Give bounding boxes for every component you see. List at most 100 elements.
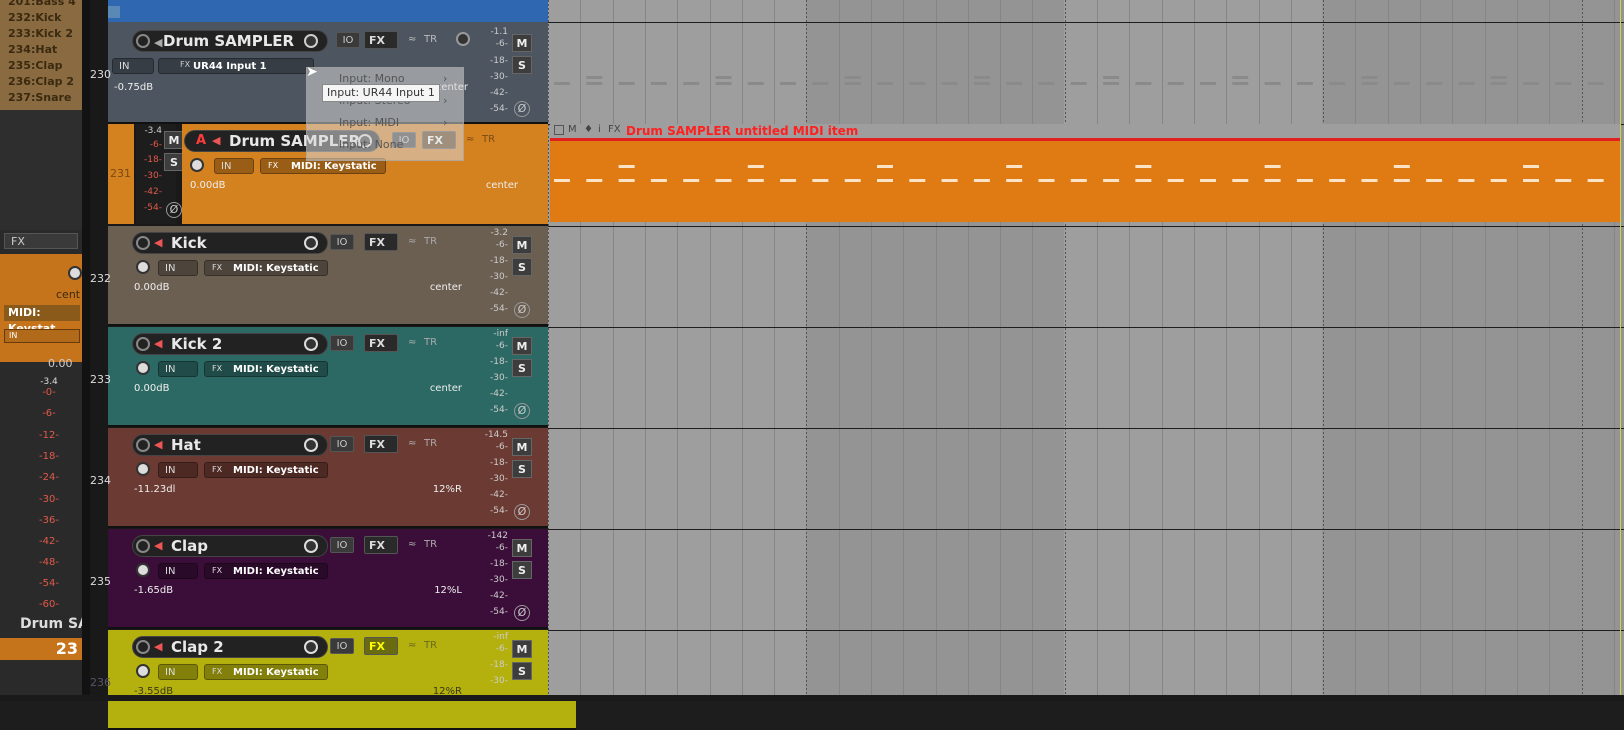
pan-knob[interactable] <box>136 361 150 375</box>
panel-divider[interactable] <box>82 0 90 701</box>
speaker-icon[interactable]: ◀ <box>154 539 162 552</box>
pan-knob[interactable] <box>136 462 150 476</box>
fx-button[interactable]: FX <box>364 536 398 554</box>
phase-button[interactable]: Ø <box>514 302 530 318</box>
track-list-item[interactable]: 236:Clap 2 <box>2 74 80 90</box>
solo-button[interactable]: S <box>164 153 184 171</box>
midi-note[interactable] <box>1523 165 1539 168</box>
midi-note[interactable] <box>618 165 635 168</box>
midi-note[interactable] <box>909 179 926 182</box>
solo-button[interactable]: S <box>512 359 532 377</box>
mute-button[interactable]: M <box>512 34 532 52</box>
trim-button[interactable]: TR <box>424 236 437 247</box>
envelope-icon[interactable]: ≈ <box>408 640 416 651</box>
track-list-item[interactable]: 234:Hat <box>2 42 80 58</box>
speaker-icon[interactable]: ◀ <box>154 236 162 249</box>
input-in-button[interactable]: IN <box>158 462 198 478</box>
speaker-icon[interactable]: ◀ <box>154 438 162 451</box>
io-button[interactable]: IO <box>330 638 354 654</box>
envelope-icon[interactable]: ≈ <box>408 34 416 45</box>
phase-button[interactable]: Ø <box>514 605 530 621</box>
midi-note[interactable] <box>683 179 700 182</box>
midi-note[interactable] <box>1587 179 1604 182</box>
midi-note[interactable] <box>941 179 958 182</box>
mixer-pan-knob[interactable] <box>68 266 82 280</box>
midi-note[interactable] <box>1393 165 1410 168</box>
midi-note[interactable] <box>1135 165 1152 168</box>
record-arm-button[interactable] <box>136 337 150 351</box>
phase-button[interactable]: Ø <box>514 403 530 419</box>
solo-button[interactable]: S <box>512 56 532 74</box>
midi-note[interactable] <box>877 165 893 168</box>
track-list-item[interactable]: 235:Clap <box>2 58 80 74</box>
input-select[interactable]: MIDI: Keystatic <box>204 260 328 276</box>
menu-item-input-none[interactable]: Input: None <box>339 138 403 151</box>
phase-button[interactable]: Ø <box>166 202 182 218</box>
io-button[interactable]: IO <box>330 436 354 452</box>
midi-item[interactable]: M ♦ i FX Drum SAMPLER untitled MIDI item <box>550 124 1620 222</box>
envelope-icon[interactable]: ≈ <box>408 337 416 348</box>
phase-button[interactable]: Ø <box>514 504 530 520</box>
solo-button[interactable]: S <box>512 561 532 579</box>
midi-note[interactable] <box>1361 179 1378 182</box>
io-button[interactable]: IO <box>330 537 354 553</box>
fx-button[interactable]: FX <box>364 31 398 49</box>
midi-note[interactable] <box>1103 179 1120 182</box>
pan-knob[interactable] <box>136 664 150 678</box>
mute-button[interactable]: M <box>512 640 532 658</box>
trim-button[interactable]: TR <box>482 134 495 145</box>
midi-note[interactable] <box>1296 179 1313 182</box>
fx-button[interactable]: FX <box>364 334 398 352</box>
midi-note[interactable] <box>747 165 764 168</box>
midi-note[interactable] <box>747 179 764 182</box>
mute-button[interactable]: M <box>512 337 532 355</box>
midi-note[interactable] <box>1523 179 1539 182</box>
midi-note[interactable] <box>586 179 603 182</box>
power-icon[interactable] <box>304 438 318 452</box>
input-select[interactable]: MIDI: Keystatic <box>204 664 328 680</box>
midi-note[interactable] <box>1135 179 1152 182</box>
fx-button[interactable]: FX <box>364 637 398 655</box>
input-in-button[interactable]: IN <box>158 260 198 276</box>
midi-note[interactable] <box>1555 179 1572 182</box>
io-button[interactable]: IO <box>330 335 354 351</box>
midi-note[interactable] <box>1264 165 1281 168</box>
envelope-icon[interactable]: ≈ <box>408 438 416 449</box>
record-arm-button[interactable] <box>136 438 150 452</box>
record-arm-button[interactable] <box>136 236 150 250</box>
folder-icon[interactable] <box>108 6 120 18</box>
midi-note[interactable] <box>1329 179 1346 182</box>
record-arm-button[interactable] <box>136 640 150 654</box>
midi-note[interactable] <box>1264 179 1281 182</box>
midi-note[interactable] <box>844 179 861 182</box>
input-menu[interactable]: Input: Mono Input: Stereo Input: MIDI In… <box>306 67 464 161</box>
pan-knob[interactable] <box>136 563 150 577</box>
power-icon[interactable] <box>304 236 318 250</box>
solo-button[interactable]: S <box>512 258 532 276</box>
phase-button[interactable]: Ø <box>514 101 530 117</box>
pan-knob[interactable] <box>190 158 204 172</box>
mute-button[interactable]: M <box>164 131 184 149</box>
volume-knob[interactable] <box>456 32 470 46</box>
mixer-input-select[interactable]: MIDI: Keystat <box>4 305 80 335</box>
input-select[interactable]: MIDI: Keystatic <box>204 361 328 377</box>
solo-button[interactable]: S <box>512 662 532 680</box>
solo-button[interactable]: S <box>512 460 532 478</box>
track-list-item[interactable]: 237:Snare <box>2 90 80 106</box>
mixer-in-button[interactable]: IN <box>4 329 80 343</box>
power-icon[interactable] <box>304 337 318 351</box>
midi-note[interactable] <box>877 179 893 182</box>
item-info-icon[interactable]: i <box>598 124 601 135</box>
midi-note[interactable] <box>1490 179 1507 182</box>
record-arm-button[interactable] <box>136 539 150 553</box>
power-icon[interactable] <box>304 34 318 48</box>
trim-button[interactable]: TR <box>424 640 437 651</box>
trim-button[interactable]: TR <box>424 438 437 449</box>
io-button[interactable]: IO <box>336 32 360 48</box>
speaker-icon[interactable]: ◀ <box>154 640 162 653</box>
mute-button[interactable]: M <box>512 539 532 557</box>
midi-note[interactable] <box>715 179 732 182</box>
input-in-button[interactable]: IN <box>158 563 198 579</box>
mute-button[interactable]: M <box>512 438 532 456</box>
envelope-icon[interactable]: ≈ <box>466 134 474 145</box>
